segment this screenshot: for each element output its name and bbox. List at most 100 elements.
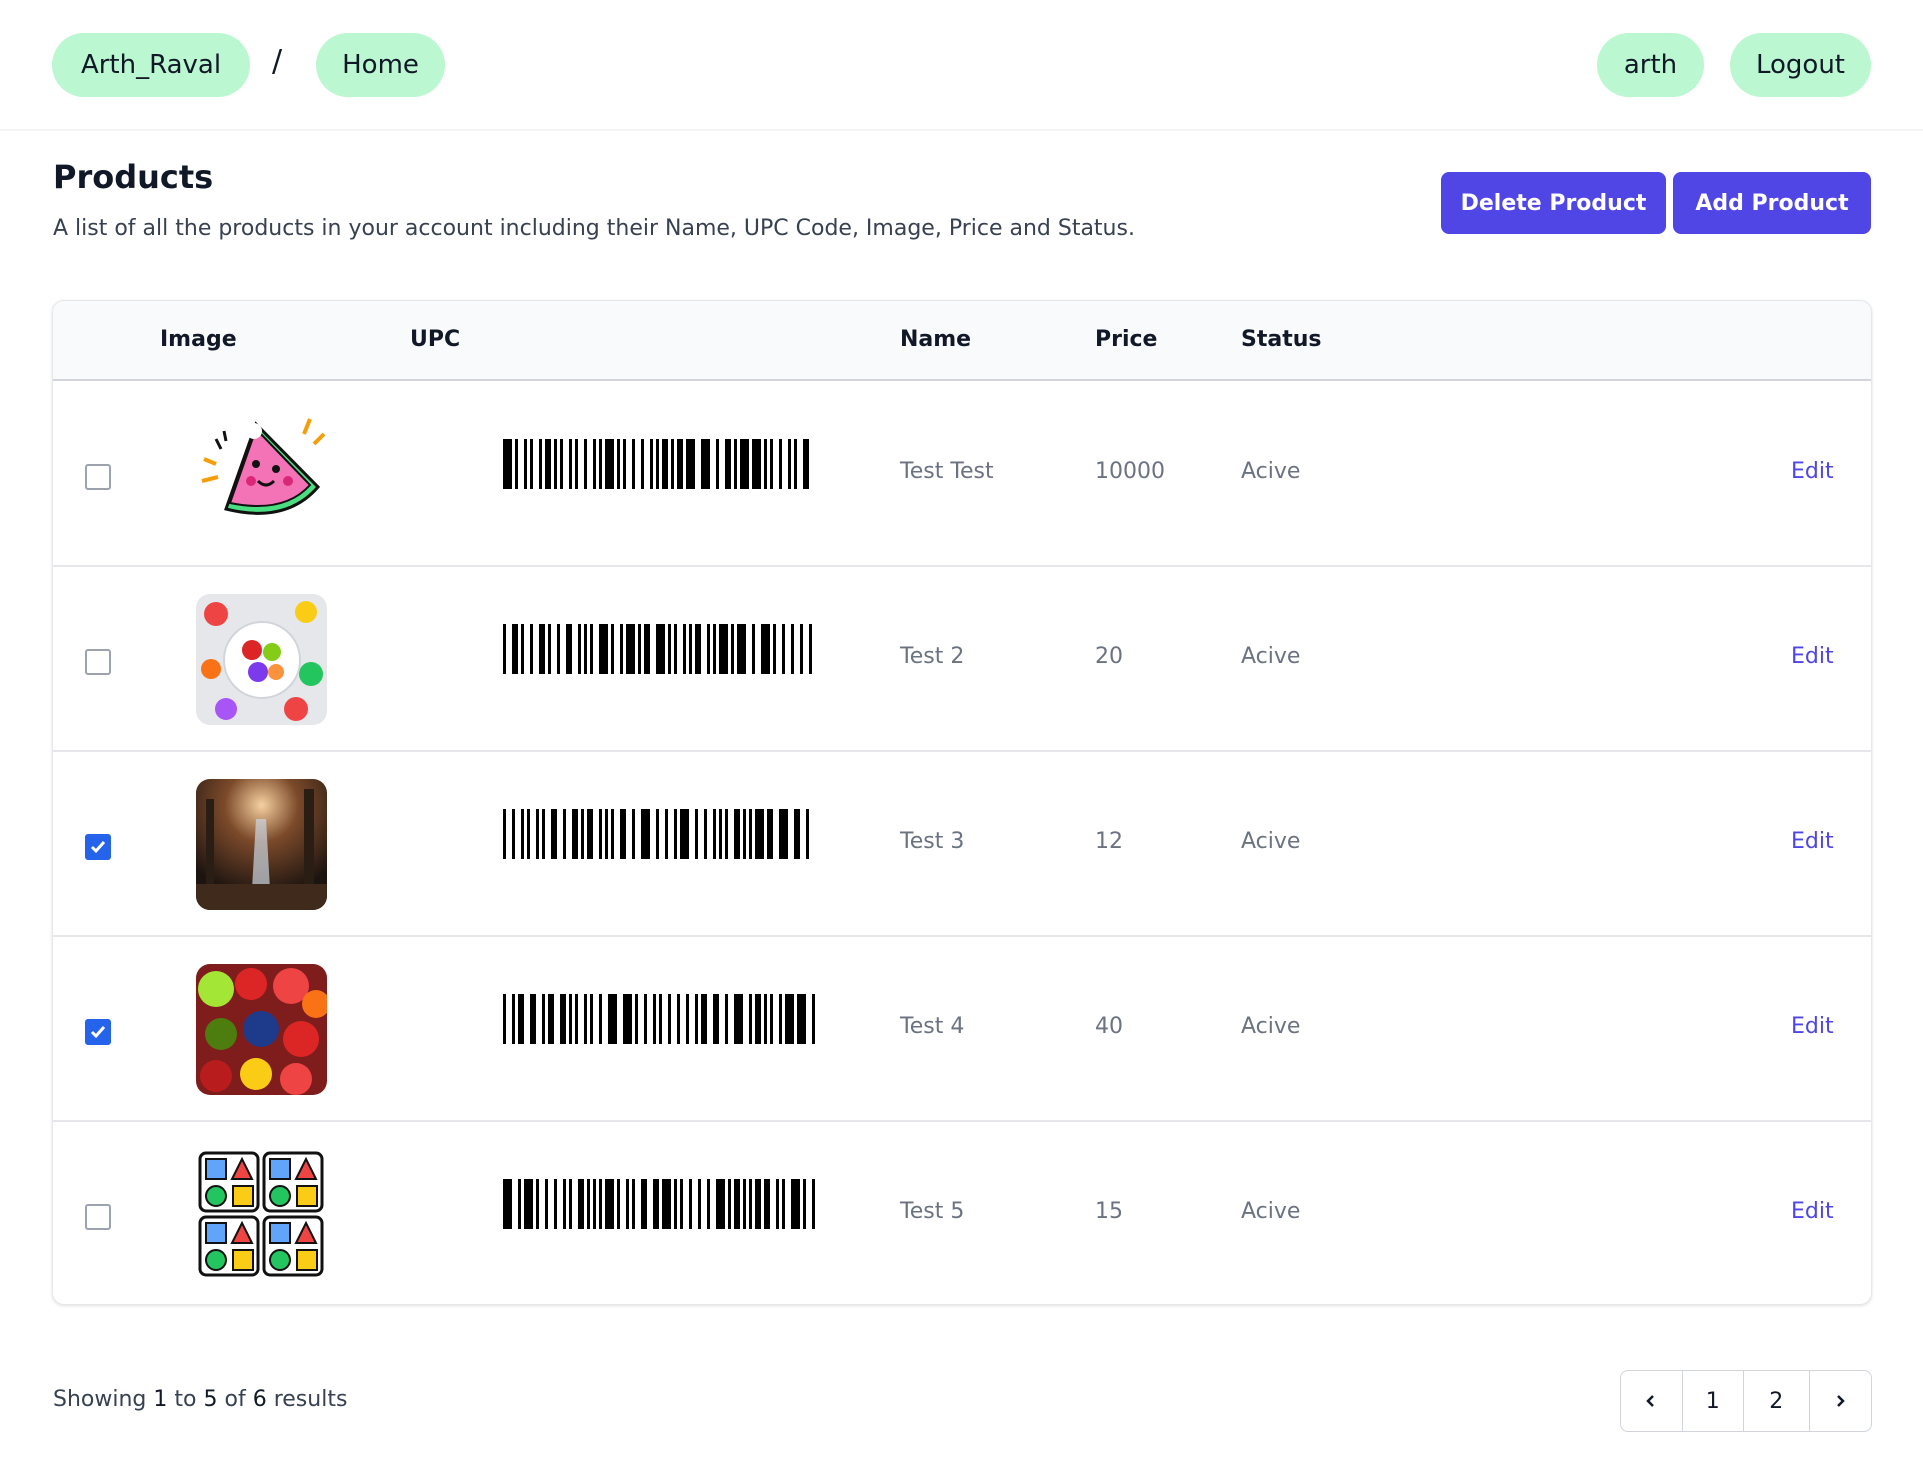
barcode-stripe: [785, 994, 794, 1044]
results-total: 6: [252, 1387, 267, 1412]
product-price: 20: [1095, 644, 1123, 669]
add-product-button[interactable]: Add Product: [1673, 172, 1871, 234]
table-row: Test Test 10000 Acive Edit: [53, 382, 1871, 567]
account-button[interactable]: arth: [1597, 33, 1704, 97]
barcode-stripe: [716, 1179, 725, 1229]
upc-barcode: [503, 624, 815, 674]
page-2-button[interactable]: 2: [1744, 1371, 1810, 1431]
edit-link[interactable]: Edit: [1791, 459, 1834, 484]
of-word: of: [224, 1387, 246, 1412]
barcode-stripe: [626, 624, 635, 674]
row-checkbox[interactable]: [85, 649, 111, 675]
barcode-stripe: [662, 1179, 671, 1229]
barcode-stripe: [737, 624, 746, 674]
barcode-stripe: [524, 1179, 533, 1229]
barcode-stripe: [686, 439, 695, 489]
page-title: Products: [53, 158, 214, 196]
product-image: [196, 1149, 327, 1280]
watermelon-icon: [201, 418, 326, 515]
product-status: Acive: [1241, 459, 1301, 484]
forest-waterfall-icon: [196, 779, 327, 910]
edit-link[interactable]: Edit: [1791, 1014, 1834, 1039]
products-table: Image UPC Name Price Status Test Test 10…: [52, 300, 1872, 1305]
row-checkbox[interactable]: [85, 834, 111, 860]
column-header-upc: UPC: [410, 327, 461, 352]
table-row: Test 5 15 Acive Edit: [53, 1122, 1871, 1304]
barcode-stripe: [599, 624, 608, 674]
barcode-stripe: [503, 439, 512, 489]
product-name: Test Test: [900, 459, 994, 484]
barcode-stripe: [641, 809, 650, 859]
table-row: Test 3 12 Acive Edit: [53, 752, 1871, 937]
checkmark-icon: [90, 1026, 106, 1039]
column-header-name: Name: [900, 327, 972, 352]
barcode-stripe: [761, 624, 770, 674]
table-row: Test 4 40 Acive Edit: [53, 937, 1871, 1122]
product-name: Test 2: [900, 644, 965, 669]
upc-barcode: [503, 809, 815, 859]
results-summary: Showing 1 to 5 of 6 results: [53, 1387, 347, 1412]
barcode-stripe: [812, 1179, 815, 1229]
barcode-stripe: [797, 994, 806, 1044]
barcode-stripe: [779, 809, 788, 859]
barcode-stripe: [680, 809, 689, 859]
barcode-stripe: [623, 994, 632, 1044]
upc-barcode: [503, 994, 815, 1044]
checkmark-icon: [90, 841, 106, 854]
previous-page-button[interactable]: [1621, 1371, 1683, 1431]
barcode-stripe: [701, 439, 710, 489]
row-checkbox[interactable]: [85, 464, 111, 490]
barcode-stripe: [608, 994, 617, 1044]
row-checkbox[interactable]: [85, 1204, 111, 1230]
breadcrumb-home[interactable]: Home: [316, 33, 445, 97]
page-description: A list of all the products in your accou…: [53, 216, 1135, 241]
table-header: Image UPC Name Price Status: [53, 301, 1871, 381]
fruit-assortment-icon: [196, 964, 327, 1095]
upc-barcode: [503, 1179, 815, 1229]
page-1-button[interactable]: 1: [1683, 1371, 1745, 1431]
results-from: 1: [153, 1387, 168, 1412]
barcode-stripe: [752, 439, 761, 489]
product-image: [196, 594, 327, 725]
product-status: Acive: [1241, 829, 1301, 854]
barcode-stripe: [812, 994, 815, 1044]
edit-link[interactable]: Edit: [1791, 644, 1834, 669]
table-row: Test 2 20 Acive Edit: [53, 567, 1871, 752]
results-to: 5: [203, 1387, 218, 1412]
barcode-stripe: [719, 624, 728, 674]
edit-link[interactable]: Edit: [1791, 829, 1834, 854]
product-price: 40: [1095, 1014, 1123, 1039]
delete-product-button[interactable]: Delete Product: [1441, 172, 1666, 234]
product-price: 12: [1095, 829, 1123, 854]
product-image: [196, 409, 327, 540]
product-status: Acive: [1241, 1014, 1301, 1039]
product-price: 15: [1095, 1199, 1123, 1224]
fruit-bowl-icon: [196, 594, 327, 725]
barcode-stripe: [755, 809, 764, 859]
barcode-stripe: [740, 439, 749, 489]
product-image: [196, 964, 327, 1095]
barcode-stripe: [656, 624, 665, 674]
row-checkbox[interactable]: [85, 1019, 111, 1045]
product-name: Test 3: [900, 829, 965, 854]
chevron-left-icon: [1646, 1395, 1655, 1407]
upc-barcode: [503, 439, 815, 489]
edit-link[interactable]: Edit: [1791, 1199, 1834, 1224]
barcode-stripe: [812, 624, 815, 674]
shapes-grid-icon: [198, 1151, 324, 1277]
pagination: 1 2: [1620, 1370, 1872, 1432]
breadcrumb-separator: /: [272, 44, 283, 79]
barcode-stripe: [605, 1179, 614, 1229]
product-name: Test 5: [900, 1199, 965, 1224]
breadcrumb-user[interactable]: Arth_Raval: [52, 33, 250, 97]
logout-button[interactable]: Logout: [1730, 33, 1871, 97]
results-suffix: results: [273, 1387, 348, 1412]
column-header-status: Status: [1241, 327, 1322, 352]
product-name: Test 4: [900, 1014, 965, 1039]
barcode-stripe: [503, 1179, 512, 1229]
top-bar: Arth_Raval / Home arth Logout: [0, 0, 1923, 131]
next-page-button[interactable]: [1810, 1371, 1871, 1431]
column-header-price: Price: [1095, 327, 1158, 352]
to-word: to: [174, 1387, 197, 1412]
product-image: [196, 779, 327, 910]
